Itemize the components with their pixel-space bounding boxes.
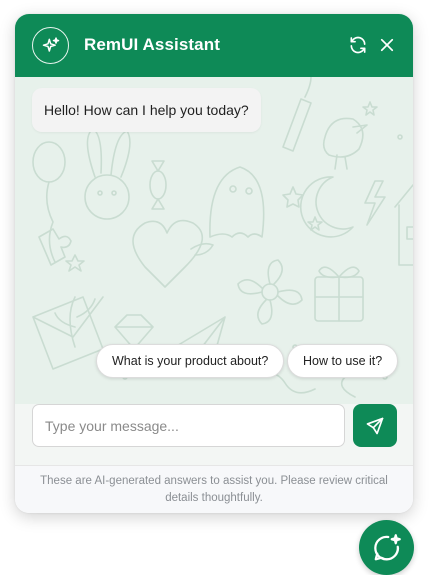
message-input[interactable] bbox=[32, 404, 345, 447]
chat-widget: RemUI Assistant Hello! How can I help yo… bbox=[15, 14, 413, 513]
close-button[interactable] bbox=[376, 34, 398, 56]
assistant-title: RemUI Assistant bbox=[84, 35, 220, 54]
message-list[interactable]: Hello! How can I help you today? What is… bbox=[15, 77, 413, 404]
refresh-icon bbox=[350, 36, 366, 54]
sparkles-icon bbox=[42, 36, 59, 52]
send-button[interactable] bbox=[353, 404, 397, 447]
suggestion-chip-how-to-use[interactable]: How to use it? bbox=[287, 344, 399, 378]
assistant-avatar bbox=[32, 27, 69, 64]
composer bbox=[15, 404, 413, 465]
chat-sparkle-icon bbox=[373, 533, 401, 560]
suggestion-chip-product[interactable]: What is your product about? bbox=[96, 344, 285, 378]
refresh-button[interactable] bbox=[347, 34, 369, 56]
chat-launcher-button[interactable] bbox=[359, 520, 414, 575]
bot-message-bubble: Hello! How can I help you today? bbox=[32, 88, 261, 132]
ai-disclaimer: These are AI-generated answers to assist… bbox=[15, 465, 413, 513]
chat-header: RemUI Assistant bbox=[15, 14, 413, 77]
close-icon bbox=[380, 38, 394, 52]
send-icon bbox=[366, 417, 384, 434]
